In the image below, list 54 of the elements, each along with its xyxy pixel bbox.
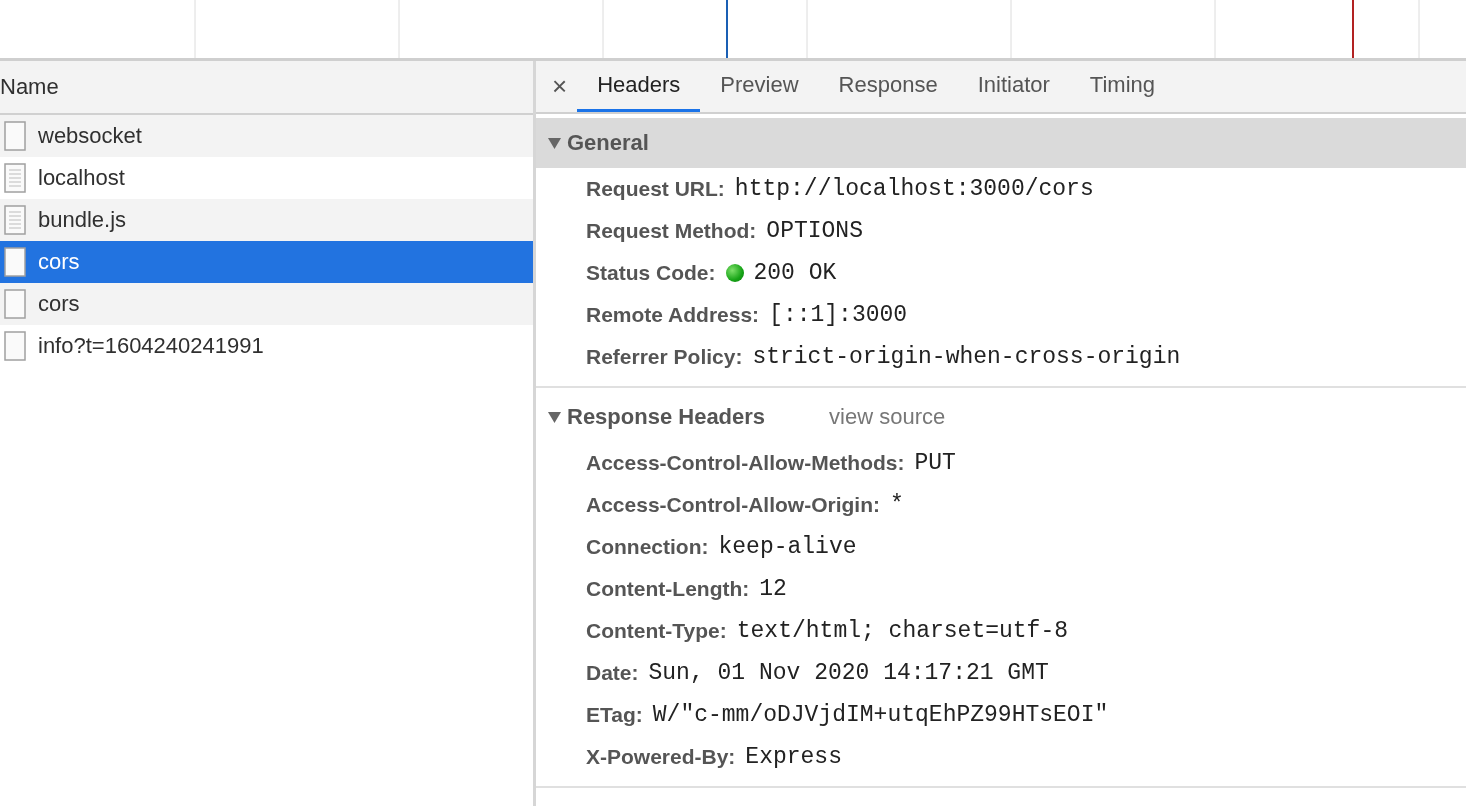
file-icon — [4, 121, 26, 151]
details-tab[interactable]: Headers — [577, 61, 701, 112]
header-value: OPTIONS — [766, 218, 863, 244]
header-value: strict-origin-when-cross-origin — [752, 344, 1181, 370]
header-value: W/"c-mm/oDJVjdIM+utqEhPZ99HTsEOI" — [652, 702, 1109, 728]
header-name: Request URL: — [586, 177, 725, 201]
section-title: Response Headers — [567, 404, 766, 430]
document-icon — [4, 205, 26, 235]
section-title: General — [567, 130, 649, 156]
header-value: * — [890, 492, 904, 518]
file-icon — [4, 331, 26, 361]
header-name: X-Powered-By: — [586, 745, 736, 769]
file-icon — [4, 247, 26, 277]
request-name: cors — [38, 249, 80, 275]
header-value: 200 OK — [753, 260, 837, 286]
header-value: [::1]:3000 — [769, 302, 908, 328]
header-value: keep-alive — [718, 534, 857, 560]
request-name: cors — [38, 291, 80, 317]
header-value: text/html; charset=utf-8 — [736, 618, 1069, 644]
header-name: Access-Control-Allow-Origin: — [586, 493, 880, 517]
document-icon — [4, 163, 26, 193]
request-name: websocket — [38, 123, 142, 149]
header-name: Request Method: — [586, 219, 757, 243]
view-source-link[interactable]: view source — [829, 404, 946, 430]
request-row[interactable]: websocket — [0, 115, 533, 157]
request-name: localhost — [38, 165, 125, 191]
details-tab[interactable]: Preview — [700, 61, 819, 112]
request-row[interactable]: cors — [0, 283, 533, 325]
header-value: 12 — [759, 576, 787, 602]
header-name: Date: — [586, 661, 639, 685]
request-row[interactable]: cors — [0, 241, 533, 283]
header-name: Status Code: — [586, 261, 716, 285]
details-tab[interactable]: Response — [818, 61, 958, 112]
request-name: bundle.js — [38, 207, 127, 233]
section-header[interactable]: General — [536, 118, 1466, 168]
header-value: http://localhost:3000/cors — [734, 176, 1094, 202]
request-row[interactable]: bundle.js — [0, 199, 533, 241]
status-dot-icon — [725, 264, 744, 282]
header-value: Express — [745, 744, 842, 770]
header-name: Connection: — [586, 535, 709, 559]
details-tab[interactable]: Initiator — [957, 61, 1070, 112]
header-name: Referrer Policy: — [586, 345, 743, 369]
header-value: Sun, 01 Nov 2020 14:17:21 GMT — [648, 660, 1049, 686]
header-name: Content-Length: — [586, 577, 750, 601]
details-tab[interactable]: Timing — [1069, 61, 1176, 112]
name-column-header[interactable]: Name — [0, 61, 533, 115]
header-name: Remote Address: — [586, 303, 760, 327]
header-name: Access-Control-Allow-Methods: — [586, 451, 905, 475]
file-icon — [4, 289, 26, 319]
header-name: ETag: — [586, 703, 643, 727]
request-name: info?t=1604240241991 — [38, 333, 264, 359]
section-header[interactable]: Response Headers view source — [536, 392, 1466, 442]
header-name: Content-Type: — [586, 619, 727, 643]
header-value: PUT — [914, 450, 956, 476]
